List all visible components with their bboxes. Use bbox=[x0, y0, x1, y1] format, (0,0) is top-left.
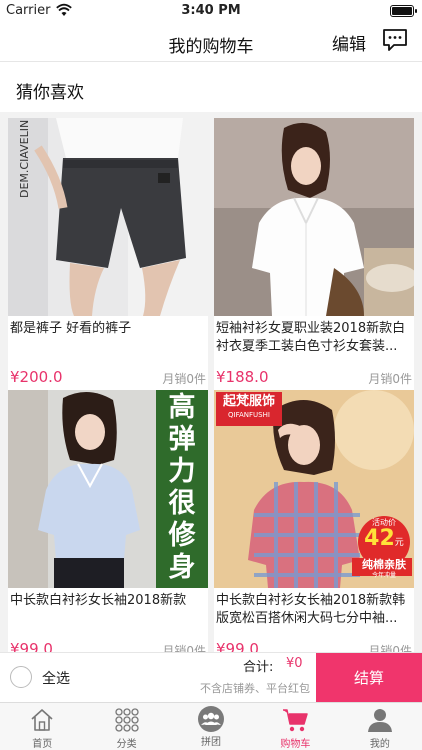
badge-unit: 元 bbox=[394, 538, 404, 548]
group-icon bbox=[198, 706, 225, 732]
total-note: 不含店铺券、平台红包 bbox=[200, 682, 310, 695]
product-name[interactable]: 中长款白衬衫女长袖2018新款韩版宽松百搭休闲大码七分中袖... bbox=[214, 588, 414, 632]
battery-icon bbox=[390, 5, 417, 17]
tab-label: 分类 bbox=[116, 739, 137, 750]
product-sales: 月销0件 bbox=[368, 372, 412, 386]
total-value: ¥0 bbox=[286, 656, 303, 671]
product-sales: 月销0件 bbox=[162, 372, 206, 386]
product-price: ¥188.0 bbox=[216, 368, 269, 386]
brand-name: 起梵服饰 bbox=[222, 394, 275, 409]
banner-char: 高 bbox=[168, 392, 196, 423]
banner-char: 修 bbox=[168, 520, 196, 551]
product-image[interactable]: 起梵服饰 QIFANFUSHI 活动价 42元 纯棉亲肤 今年冲量 bbox=[214, 390, 414, 588]
home-icon bbox=[31, 709, 53, 731]
cart-summary-bar: 全选 合计: ¥0 不含店铺券、平台红包 结算 bbox=[0, 652, 422, 703]
product-name[interactable]: 都是裤子 好看的裤子 bbox=[8, 316, 208, 360]
tab-group-buy[interactable]: 拼团 bbox=[169, 703, 253, 750]
status-bar: Carrier 3:40 PM bbox=[0, 0, 422, 22]
tab-profile[interactable]: 我的 bbox=[338, 703, 422, 750]
tab-label: 购物车 bbox=[280, 739, 311, 750]
banner-char: 身 bbox=[168, 552, 196, 583]
product-image[interactable]: DEM.CIAVELIN bbox=[8, 118, 208, 316]
tab-label: 拼团 bbox=[201, 737, 222, 748]
product-card[interactable]: 高 弹 力 很 修 身 中长款白衬衫女长袖2018新款 ¥99.0 月销0件 bbox=[8, 390, 208, 662]
total-label: 合计: bbox=[243, 660, 274, 675]
tab-category[interactable]: 分类 bbox=[84, 703, 168, 750]
tab-label: 我的 bbox=[369, 739, 390, 750]
product-card[interactable]: 起梵服饰 QIFANFUSHI 活动价 42元 纯棉亲肤 今年冲量 中长款白衬衫… bbox=[214, 390, 414, 662]
tab-bar: 首页 分类 拼团 购物车 我的 bbox=[0, 702, 422, 750]
brand-name-en: QIFANFUSHI bbox=[228, 411, 270, 419]
tab-home[interactable]: 首页 bbox=[0, 703, 84, 750]
image-banner: 高 弹 力 很 修 身 bbox=[158, 392, 206, 584]
badge-text: 纯棉亲肤 bbox=[362, 558, 406, 571]
banner-char: 力 bbox=[168, 456, 196, 487]
price-badge: 活动价 42元 纯棉亲肤 今年冲量 bbox=[358, 518, 410, 580]
badge-number: 42 bbox=[364, 526, 395, 551]
product-card[interactable]: 短袖衬衫女夏职业装2018新款白衬衣夏季工装白色寸衫女套装... ¥188.0 … bbox=[214, 118, 414, 390]
brand-logo: 起梵服饰 QIFANFUSHI bbox=[218, 394, 280, 420]
banner-char: 弹 bbox=[168, 424, 196, 455]
product-name[interactable]: 短袖衬衫女夏职业装2018新款白衬衣夏季工装白色寸衫女套装... bbox=[214, 316, 414, 360]
select-all-label[interactable]: 全选 bbox=[42, 668, 70, 688]
tab-label: 首页 bbox=[32, 739, 53, 750]
clock: 3:40 PM bbox=[181, 3, 241, 18]
cart-icon bbox=[283, 709, 309, 732]
select-all-checkbox[interactable] bbox=[10, 666, 32, 688]
product-price: ¥200.0 bbox=[10, 368, 63, 386]
product-name[interactable]: 中长款白衬衫女长袖2018新款 bbox=[8, 588, 208, 632]
tab-cart[interactable]: 购物车 bbox=[253, 703, 337, 750]
edit-button[interactable]: 编辑 bbox=[332, 30, 366, 55]
message-icon[interactable] bbox=[382, 28, 408, 52]
grid-icon bbox=[114, 708, 139, 732]
badge-subtext: 今年冲量 bbox=[371, 572, 396, 579]
product-image[interactable] bbox=[214, 118, 414, 316]
product-image[interactable]: 高 弹 力 很 修 身 bbox=[8, 390, 208, 588]
product-card[interactable]: DEM.CIAVELIN 都是裤子 好看的裤子 ¥200.0 月销0件 bbox=[8, 118, 208, 390]
checkout-button[interactable]: 结算 bbox=[316, 653, 422, 703]
section-title: 猜你喜欢 bbox=[0, 62, 422, 112]
user-icon bbox=[367, 709, 392, 732]
nav-bar: 我的购物车 编辑 bbox=[0, 22, 422, 62]
banner-char: 很 bbox=[168, 488, 196, 519]
image-text: DEM.CIAVELIN bbox=[18, 120, 31, 198]
